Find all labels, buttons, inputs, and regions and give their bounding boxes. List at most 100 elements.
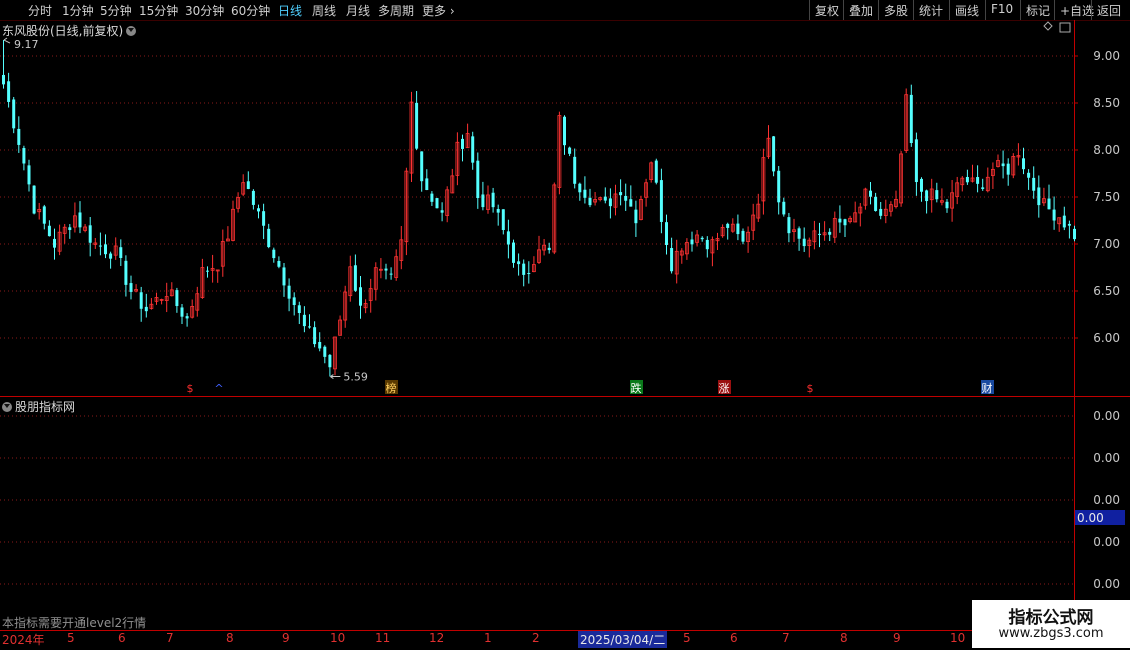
period-tab-3[interactable]: 15分钟 <box>139 2 178 19</box>
candle-body <box>874 196 878 211</box>
candle-body <box>491 192 495 208</box>
price-tick-label: 7.00 <box>1093 237 1120 251</box>
candle-body <box>267 228 271 248</box>
toolbar-action-5[interactable]: F10 <box>985 0 1018 20</box>
date-tick-label: 10 <box>950 631 966 645</box>
period-tab-4[interactable]: 30分钟 <box>185 2 224 19</box>
candle-body <box>124 260 128 285</box>
candle-body <box>353 265 357 291</box>
date-tick-label: 5 <box>67 631 75 645</box>
candle-body <box>608 198 612 207</box>
panel-toggle-icon <box>1059 22 1071 33</box>
signal-badge: 财 <box>982 381 993 395</box>
candle-body <box>670 248 674 272</box>
candle-body <box>914 139 918 183</box>
candle-body <box>690 239 694 245</box>
candle-body <box>1037 187 1041 206</box>
candle-body <box>1032 177 1036 191</box>
candle-body <box>654 160 658 183</box>
candle-body <box>1006 163 1010 175</box>
candle-body <box>461 138 464 149</box>
candle-body <box>1027 172 1031 178</box>
candle-body <box>384 268 388 271</box>
chevron-down-icon[interactable] <box>2 402 12 412</box>
candle-body <box>68 227 72 231</box>
date-tick-label: 9 <box>282 631 290 645</box>
candle-body <box>42 206 46 224</box>
candle-body <box>47 225 51 237</box>
period-tab-9[interactable]: 多周期 <box>378 2 414 19</box>
candle-body <box>506 231 510 245</box>
toolbar-action-3[interactable]: 统计 <box>913 0 948 20</box>
candle-body <box>659 180 663 222</box>
toolbar-action-4[interactable]: 画线 <box>949 0 984 20</box>
period-tab-8[interactable]: 月线 <box>346 2 370 19</box>
candle-body <box>32 185 36 214</box>
date-cursor-label: 2025/03/04/二 <box>578 631 668 648</box>
candle-body <box>78 212 82 228</box>
candle-body <box>700 237 704 240</box>
date-tick-label: 8 <box>840 631 848 645</box>
candle-body <box>359 287 362 306</box>
toolbar-action-8[interactable]: 返回 <box>1091 0 1126 20</box>
date-tick-label: 2 <box>532 631 540 645</box>
candle-body <box>1047 198 1051 210</box>
candle-body <box>838 218 842 223</box>
candle-body <box>277 260 281 267</box>
chart-area[interactable]: 9.00 8.50 8.00 7.50 7.00 6.50 6.00 9.17 5.59 $ ^ 榜 跌… <box>0 20 1130 632</box>
date-tick-label: 12 <box>429 631 445 645</box>
price-tick-label: 7.50 <box>1093 190 1120 204</box>
period-tab-10[interactable]: 更多 › <box>422 2 455 19</box>
indicator-title: 股朋指标网 <box>2 398 75 415</box>
period-toolbar: 分时 1分钟 5分钟 15分钟 30分钟 60分钟 日线 周线 月线 多周期 更多 › 复权 叠加 多股统… <box>0 0 1130 21</box>
candle-body <box>496 209 500 213</box>
candle-body <box>282 267 286 286</box>
candle-body <box>251 190 255 205</box>
price-tick-label: 8.50 <box>1093 96 1120 110</box>
candle-body <box>624 195 628 201</box>
candle-body <box>7 81 11 102</box>
period-tab-1[interactable]: 1分钟 <box>62 2 94 19</box>
indicator-note: 本指标需要开通level2行情 <box>2 616 147 630</box>
indicator-tick-label: 0.00 <box>1093 451 1120 465</box>
period-tab-0[interactable]: 分时 <box>28 2 52 19</box>
candle-body <box>297 305 301 314</box>
date-tick-label: 9 <box>893 631 901 645</box>
candle-body <box>588 197 592 206</box>
candle-body <box>308 326 311 328</box>
candle-body <box>869 190 872 197</box>
toolbar-action-6[interactable]: 标记 <box>1020 0 1055 20</box>
candle-body <box>629 199 633 207</box>
candle-body <box>302 314 306 327</box>
candle-body <box>1001 163 1005 167</box>
toolbar-action-2[interactable]: 多股 <box>878 0 913 20</box>
toolbar-action-1[interactable]: 叠加 <box>843 0 878 20</box>
candle-body <box>879 208 883 216</box>
candle-body <box>726 223 730 228</box>
toolbar-action-0[interactable]: 复权 <box>809 0 844 20</box>
signal-badge: 涨 <box>719 382 730 395</box>
signal-badge: 榜 <box>386 381 397 395</box>
candle-body <box>583 189 587 198</box>
period-tab-7[interactable]: 周线 <box>312 2 336 19</box>
candle-body <box>53 238 56 248</box>
period-tab-2[interactable]: 5分钟 <box>100 2 132 19</box>
candle-body <box>772 136 776 172</box>
diamond-icon <box>1043 21 1053 31</box>
candle-body <box>568 147 572 154</box>
candle-body <box>476 160 480 198</box>
candle-body <box>104 244 107 255</box>
candle-body <box>12 99 16 129</box>
indicator-tick-label: 0.00 <box>1093 409 1120 423</box>
candle-body <box>705 239 709 250</box>
date-tick-label: 7 <box>166 631 174 645</box>
candle-body <box>185 316 189 319</box>
candle-body <box>430 193 434 202</box>
high-price-label: 9.17 <box>14 38 39 51</box>
price-tick-label: 6.00 <box>1093 331 1120 345</box>
price-tick-label: 6.50 <box>1093 284 1120 298</box>
candle-body <box>965 176 969 183</box>
period-tab-5[interactable]: 60分钟 <box>231 2 270 19</box>
period-tab-6[interactable]: 日线 <box>278 2 302 19</box>
price-tick-label: 9.00 <box>1093 49 1120 63</box>
